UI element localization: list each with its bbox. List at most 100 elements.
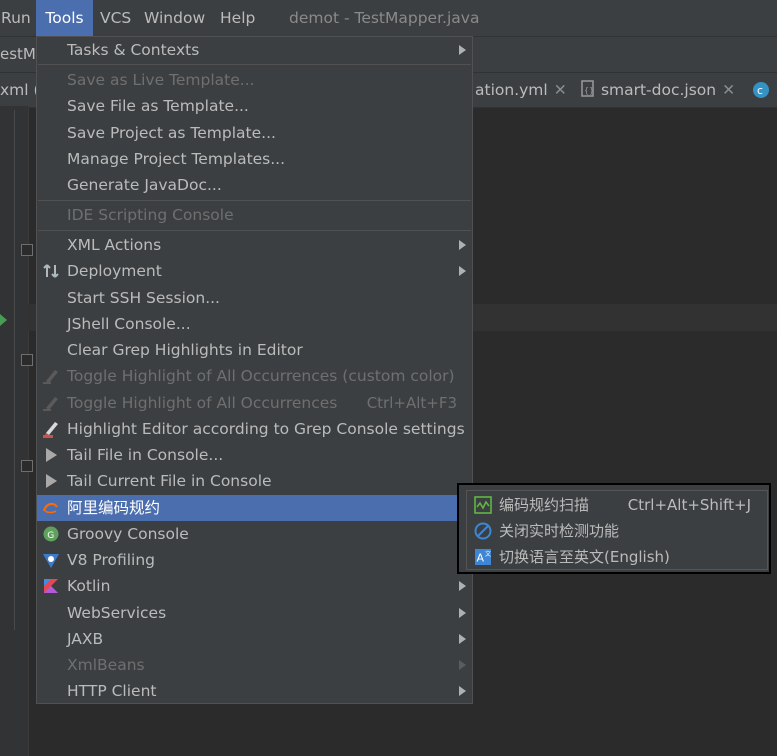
menu-item-ide-scripting-console: IDE Scripting Console: [37, 202, 472, 228]
menu-item-tasks-contexts[interactable]: Tasks & Contexts: [37, 37, 472, 63]
menu-item-manage-project-templates[interactable]: Manage Project Templates...: [37, 146, 472, 172]
menu-tools[interactable]: Tools: [36, 0, 93, 36]
fold-marker-icon[interactable]: [21, 460, 33, 472]
menu-item-alibaba-coding-guidelines[interactable]: 阿里编码规约: [37, 495, 472, 521]
menu-item-v8-profiling[interactable]: V8 Profiling: [37, 547, 472, 573]
svg-text:A: A: [477, 552, 485, 565]
fold-marker-icon[interactable]: [21, 354, 33, 366]
menu-item-start-ssh-session[interactable]: Start SSH Session...: [37, 285, 472, 311]
kotlin-icon: [44, 579, 58, 593]
submenu-item-switch-language[interactable]: A 文 切换语言至英文(English): [467, 544, 767, 570]
menu-window[interactable]: Window: [144, 0, 205, 36]
menu-item-xmlbeans: XmlBeans: [37, 652, 472, 678]
menu-item-label: XmlBeans: [67, 656, 145, 674]
close-icon[interactable]: ✕: [722, 81, 735, 99]
menu-item-label: Clear Grep Highlights in Editor: [67, 341, 303, 359]
scan-chart-icon: [474, 496, 492, 514]
disable-circle-icon: [474, 522, 492, 540]
shortcut-label: Ctrl+Alt+Shift+J: [627, 496, 751, 514]
highlighter-red-icon: [43, 422, 58, 438]
menu-item-label: 阿里编码规约: [67, 499, 161, 517]
menu-item-generate-javadoc[interactable]: Generate JavaDoc...: [37, 172, 472, 198]
menu-item-clear-grep-highlights[interactable]: Clear Grep Highlights in Editor: [37, 337, 472, 363]
svg-text:c: c: [757, 84, 763, 97]
submenu-item-disable-realtime[interactable]: 关闭实时检测功能: [467, 518, 767, 544]
menu-tools-label: Tools: [45, 9, 84, 27]
menu-item-jaxb[interactable]: JAXB: [37, 626, 472, 652]
submenu-arrow-icon: [459, 240, 466, 250]
menu-vcs[interactable]: VCS: [100, 0, 131, 36]
menu-item-save-live-template: Save as Live Template...: [37, 67, 472, 93]
svg-text:{}: {}: [584, 86, 594, 95]
menu-item-label: Save Project as Template...: [67, 124, 276, 142]
menu-item-save-file-template[interactable]: Save File as Template...: [37, 93, 472, 119]
submenu-item-label: 切换语言至英文(English): [499, 548, 670, 566]
menu-item-groovy-console[interactable]: G Groovy Console: [37, 521, 472, 547]
tools-menu: Tasks & Contexts Save as Live Template..…: [36, 36, 473, 704]
highlighter-icon: [43, 397, 58, 411]
menu-item-label: XML Actions: [67, 236, 162, 254]
submenu-arrow-icon: [459, 686, 466, 696]
menu-item-label: Groovy Console: [67, 525, 189, 543]
class-file-icon[interactable]: c: [752, 81, 770, 99]
menu-separator: [38, 200, 471, 201]
svg-text:G: G: [47, 531, 54, 541]
menu-item-label: Start SSH Session...: [67, 289, 220, 307]
play-icon: [46, 474, 57, 488]
deployment-icon: [43, 264, 59, 278]
tab-smart-doc-json[interactable]: {} smart-doc.json ✕: [580, 73, 735, 107]
submenu-item-label: 关闭实时检测功能: [499, 522, 620, 540]
menu-item-label: Generate JavaDoc...: [67, 176, 222, 194]
menu-item-label: Toggle Highlight of All Occurrences (cus…: [67, 367, 455, 385]
menubar: Run Tools VCS Window Help demot - TestMa…: [0, 0, 777, 36]
submenu-item-code-scan[interactable]: 编码规约扫描 Ctrl+Alt+Shift+J: [467, 492, 767, 518]
submenu-arrow-icon: [459, 660, 466, 670]
menu-item-toggle-highlight: Toggle Highlight of All Occurrences Ctrl…: [37, 390, 472, 416]
tab-application-yml-label: ation.yml: [475, 81, 548, 99]
shortcut-label: Ctrl+Alt+F3: [366, 394, 457, 412]
menu-item-xml-actions[interactable]: XML Actions: [37, 232, 472, 258]
translate-icon: A 文: [475, 549, 491, 565]
v8-icon: [43, 554, 59, 568]
play-icon: [46, 448, 57, 462]
alibaba-icon: [42, 502, 58, 514]
menu-item-save-project-template[interactable]: Save Project as Template...: [37, 120, 472, 146]
window-title: demot - TestMapper.java: [289, 9, 480, 27]
menu-item-webservices[interactable]: WebServices: [37, 600, 472, 626]
submenu-arrow-icon: [459, 266, 466, 276]
menu-item-label: Manage Project Templates...: [67, 150, 286, 168]
menu-separator: [38, 64, 471, 65]
menu-separator: [38, 230, 471, 231]
close-icon[interactable]: ✕: [554, 81, 567, 99]
menu-item-http-client[interactable]: HTTP Client: [37, 678, 472, 704]
menu-item-jshell-console[interactable]: JShell Console...: [37, 311, 472, 337]
submenu-arrow-icon: [459, 581, 466, 591]
menu-item-label: Save as Live Template...: [67, 71, 255, 89]
tab-application-yml[interactable]: ation.yml ✕: [475, 73, 567, 107]
menu-run[interactable]: Run: [1, 0, 31, 36]
menu-item-label: JShell Console...: [67, 315, 191, 333]
alibaba-submenu: 编码规约扫描 Ctrl+Alt+Shift+J 关闭实时检测功能 A 文 切换语…: [466, 490, 768, 570]
json-file-icon: {}: [581, 80, 594, 97]
tab-smart-doc-json-label: smart-doc.json: [600, 81, 717, 99]
submenu-item-label: 编码规约扫描: [499, 496, 590, 514]
svg-text:文: 文: [485, 550, 491, 558]
menu-help[interactable]: Help: [220, 0, 255, 36]
menu-item-label: Tasks & Contexts: [67, 41, 200, 59]
menu-item-tail-file-console[interactable]: Tail File in Console...: [37, 442, 472, 468]
run-gutter-icon[interactable]: [0, 314, 7, 326]
menu-item-label: Tail Current File in Console: [67, 472, 272, 490]
menu-item-highlight-editor-grep[interactable]: Highlight Editor according to Grep Conso…: [37, 416, 472, 442]
menu-item-toggle-highlight-custom: Toggle Highlight of All Occurrences (cus…: [37, 363, 472, 389]
menu-item-label: Kotlin: [67, 577, 111, 595]
menu-item-label: V8 Profiling: [67, 551, 156, 569]
menu-item-label: WebServices: [67, 604, 167, 622]
menu-item-label: Highlight Editor according to Grep Conso…: [67, 420, 465, 438]
menu-item-label: Tail File in Console...: [67, 446, 224, 464]
menu-item-tail-current-file[interactable]: Tail Current File in Console: [37, 468, 472, 494]
highlighter-icon: [43, 370, 58, 384]
menu-item-deployment[interactable]: Deployment: [37, 258, 472, 284]
submenu-arrow-icon: [459, 45, 466, 55]
menu-item-kotlin[interactable]: Kotlin: [37, 573, 472, 599]
fold-marker-icon[interactable]: [21, 244, 33, 256]
